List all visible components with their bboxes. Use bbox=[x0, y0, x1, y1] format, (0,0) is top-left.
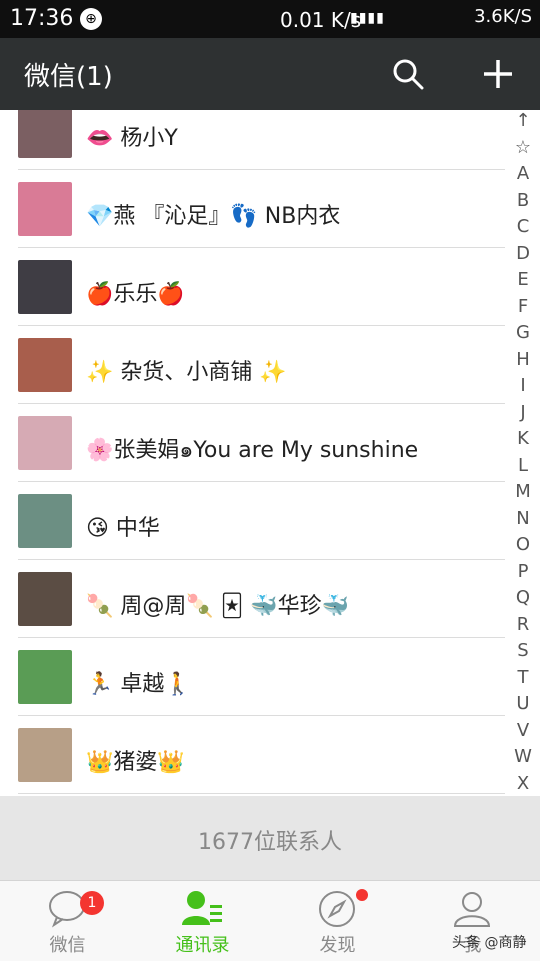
contact-name: 🌸张美娟๑You are My sunshine bbox=[86, 438, 419, 463]
avatar bbox=[18, 572, 72, 626]
index-letter[interactable]: V bbox=[506, 720, 540, 741]
index-letter[interactable]: C bbox=[506, 216, 540, 237]
index-letter[interactable]: K bbox=[506, 428, 540, 449]
baidu-app-icon: ⊕ bbox=[80, 8, 102, 30]
contacts-icon bbox=[182, 891, 222, 925]
tab-label: 发现 bbox=[319, 935, 356, 956]
unread-badge: 1 bbox=[80, 891, 104, 915]
search-icon[interactable] bbox=[392, 58, 424, 90]
contact-row[interactable]: 💎燕 『沁足』👣 NB内衣 bbox=[0, 170, 505, 248]
index-letter[interactable]: L bbox=[506, 455, 540, 476]
contact-list[interactable]: 👄 杨小Y 💎燕 『沁足』👣 NB内衣 🍎乐乐🍎 ✨ 杂货、小商铺 ✨ 🌸张美娟… bbox=[0, 110, 505, 796]
contact-name: 🍡 周@周🍡 🃏 🐳华珍🐳 bbox=[86, 594, 350, 619]
contact-name: 👄 杨小Y bbox=[86, 126, 178, 151]
status-bar: 17:36 ⊕ 0.01 K/s ▮▮▮▮ 3.6K/S bbox=[0, 0, 540, 38]
index-letter[interactable]: F bbox=[506, 296, 540, 317]
contact-row[interactable]: 🍎乐乐🍎 bbox=[0, 248, 505, 326]
plus-icon[interactable] bbox=[480, 56, 516, 92]
index-letter[interactable]: G bbox=[506, 322, 540, 343]
index-letter[interactable]: X bbox=[506, 773, 540, 794]
contact-name: 👑猪婆👑 bbox=[86, 750, 185, 775]
index-letter[interactable]: W bbox=[506, 746, 540, 767]
app-bar: 微信(1) bbox=[0, 38, 540, 110]
status-time: 17:36 bbox=[10, 6, 74, 31]
index-letter[interactable]: E bbox=[506, 269, 540, 290]
index-letter[interactable]: B bbox=[506, 190, 540, 211]
index-letter[interactable]: D bbox=[506, 243, 540, 264]
index-letter[interactable]: R bbox=[506, 614, 540, 635]
tab-label: 微信 bbox=[49, 935, 86, 956]
avatar bbox=[18, 416, 72, 470]
tab-chats[interactable]: 1 微信 bbox=[0, 881, 135, 961]
tab-discover[interactable]: 发现 bbox=[270, 881, 405, 961]
index-letter[interactable]: ↑ bbox=[506, 110, 540, 131]
contact-row[interactable]: ✨ 杂货、小商铺 ✨ bbox=[0, 326, 505, 404]
contact-name: 💎燕 『沁足』👣 NB内衣 bbox=[86, 204, 341, 229]
person-icon bbox=[453, 892, 491, 927]
index-letter[interactable]: U bbox=[506, 693, 540, 714]
avatar bbox=[18, 650, 72, 704]
index-letter[interactable]: N bbox=[506, 508, 540, 529]
avatar bbox=[18, 728, 72, 782]
status-speed: 0.01 K/s bbox=[280, 8, 362, 32]
new-dot bbox=[356, 889, 368, 901]
contact-row[interactable]: 🏃 卓越🚶 bbox=[0, 638, 505, 716]
tab-contacts[interactable]: 通讯录 bbox=[135, 881, 270, 961]
contact-row[interactable]: 🍡 周@周🍡 🃏 🐳华珍🐳 bbox=[0, 560, 505, 638]
tab-label: 通讯录 bbox=[175, 935, 230, 956]
index-letter[interactable]: T bbox=[506, 667, 540, 688]
compass-icon bbox=[319, 891, 355, 927]
index-letter[interactable]: ☆ bbox=[506, 137, 540, 158]
contact-name: 🏃 卓越🚶 bbox=[86, 672, 192, 697]
status-rate: 3.6K/S bbox=[474, 6, 532, 27]
page-title: 微信(1) bbox=[24, 62, 113, 92]
row-divider bbox=[18, 793, 505, 794]
watermark: 头条 @商静 bbox=[452, 935, 527, 951]
contact-row[interactable]: 🌸张美娟๑You are My sunshine bbox=[0, 404, 505, 482]
contact-count-footer: 1677位联系人 bbox=[0, 796, 540, 880]
contact-name: 🍎乐乐🍎 bbox=[86, 282, 185, 307]
index-letter[interactable]: M bbox=[506, 481, 540, 502]
index-letter[interactable]: J bbox=[506, 402, 540, 423]
contact-name: ✨ 杂货、小商铺 ✨ bbox=[86, 360, 287, 385]
contact-name: 😘 中华 bbox=[86, 516, 160, 541]
index-letter[interactable]: H bbox=[506, 349, 540, 370]
index-letter[interactable]: O bbox=[506, 534, 540, 555]
index-letter[interactable]: P bbox=[506, 561, 540, 582]
avatar bbox=[18, 260, 72, 314]
contact-row[interactable]: 😘 中华 bbox=[0, 482, 505, 560]
index-letter[interactable]: Q bbox=[506, 587, 540, 608]
index-letter[interactable]: S bbox=[506, 640, 540, 661]
signal-icon: ▮▮▮▮ bbox=[350, 10, 385, 26]
contact-row[interactable]: 👄 杨小Y bbox=[0, 110, 505, 170]
index-letter[interactable]: I bbox=[506, 375, 540, 396]
alphabet-index[interactable]: ↑☆ABCDEFGHIJKLMNOPQRSTUVWXYZ# bbox=[506, 110, 540, 880]
avatar bbox=[18, 494, 72, 548]
contact-count: 1677位联系人 bbox=[198, 830, 342, 855]
avatar bbox=[18, 338, 72, 392]
contact-row[interactable]: 👑猪婆👑 bbox=[0, 716, 505, 794]
index-letter[interactable]: A bbox=[506, 163, 540, 184]
avatar bbox=[18, 182, 72, 236]
avatar bbox=[18, 110, 72, 158]
